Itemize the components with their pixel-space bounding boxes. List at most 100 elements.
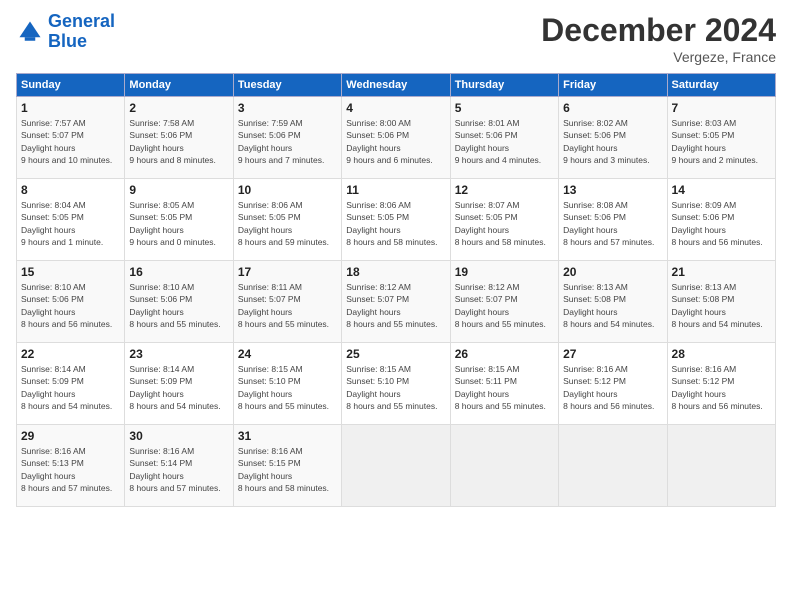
location-subtitle: Vergeze, France — [541, 49, 776, 65]
table-row: 26 Sunrise: 8:15 AM Sunset: 5:11 PM Dayl… — [450, 343, 558, 425]
day-info: Sunrise: 8:16 AM Sunset: 5:14 PM Dayligh… — [129, 445, 228, 494]
day-number: 19 — [455, 265, 554, 279]
table-row: 7 Sunrise: 8:03 AM Sunset: 5:05 PM Dayli… — [667, 97, 775, 179]
table-row: 6 Sunrise: 8:02 AM Sunset: 5:06 PM Dayli… — [559, 97, 667, 179]
col-sunday: Sunday — [17, 74, 125, 97]
day-number: 22 — [21, 347, 120, 361]
day-info: Sunrise: 8:06 AM Sunset: 5:05 PM Dayligh… — [238, 199, 337, 248]
col-wednesday: Wednesday — [342, 74, 450, 97]
day-number: 17 — [238, 265, 337, 279]
day-info: Sunrise: 8:14 AM Sunset: 5:09 PM Dayligh… — [129, 363, 228, 412]
table-row: 31 Sunrise: 8:16 AM Sunset: 5:15 PM Dayl… — [233, 425, 341, 507]
calendar-week-3: 15 Sunrise: 8:10 AM Sunset: 5:06 PM Dayl… — [17, 261, 776, 343]
day-number: 1 — [21, 101, 120, 115]
day-info: Sunrise: 8:01 AM Sunset: 5:06 PM Dayligh… — [455, 117, 554, 166]
day-number: 13 — [563, 183, 662, 197]
table-row: 11 Sunrise: 8:06 AM Sunset: 5:05 PM Dayl… — [342, 179, 450, 261]
title-block: December 2024 Vergeze, France — [541, 12, 776, 65]
table-row: 9 Sunrise: 8:05 AM Sunset: 5:05 PM Dayli… — [125, 179, 233, 261]
day-info: Sunrise: 8:03 AM Sunset: 5:05 PM Dayligh… — [672, 117, 771, 166]
day-number: 18 — [346, 265, 445, 279]
day-info: Sunrise: 8:16 AM Sunset: 5:15 PM Dayligh… — [238, 445, 337, 494]
table-row: 27 Sunrise: 8:16 AM Sunset: 5:12 PM Dayl… — [559, 343, 667, 425]
day-info: Sunrise: 8:15 AM Sunset: 5:10 PM Dayligh… — [346, 363, 445, 412]
table-row: 24 Sunrise: 8:15 AM Sunset: 5:10 PM Dayl… — [233, 343, 341, 425]
day-number: 3 — [238, 101, 337, 115]
day-number: 23 — [129, 347, 228, 361]
day-info: Sunrise: 8:00 AM Sunset: 5:06 PM Dayligh… — [346, 117, 445, 166]
table-row: 28 Sunrise: 8:16 AM Sunset: 5:12 PM Dayl… — [667, 343, 775, 425]
day-info: Sunrise: 8:06 AM Sunset: 5:05 PM Dayligh… — [346, 199, 445, 248]
table-row: 13 Sunrise: 8:08 AM Sunset: 5:06 PM Dayl… — [559, 179, 667, 261]
logo-text: General Blue — [48, 12, 115, 52]
calendar-week-1: 1 Sunrise: 7:57 AM Sunset: 5:07 PM Dayli… — [17, 97, 776, 179]
table-row: 18 Sunrise: 8:12 AM Sunset: 5:07 PM Dayl… — [342, 261, 450, 343]
table-row — [342, 425, 450, 507]
calendar-week-4: 22 Sunrise: 8:14 AM Sunset: 5:09 PM Dayl… — [17, 343, 776, 425]
col-monday: Monday — [125, 74, 233, 97]
table-row — [667, 425, 775, 507]
day-number: 21 — [672, 265, 771, 279]
table-row: 15 Sunrise: 8:10 AM Sunset: 5:06 PM Dayl… — [17, 261, 125, 343]
day-number: 7 — [672, 101, 771, 115]
day-info: Sunrise: 8:02 AM Sunset: 5:06 PM Dayligh… — [563, 117, 662, 166]
month-title: December 2024 — [541, 12, 776, 49]
day-info: Sunrise: 8:12 AM Sunset: 5:07 PM Dayligh… — [455, 281, 554, 330]
table-row: 25 Sunrise: 8:15 AM Sunset: 5:10 PM Dayl… — [342, 343, 450, 425]
table-row: 17 Sunrise: 8:11 AM Sunset: 5:07 PM Dayl… — [233, 261, 341, 343]
table-row: 14 Sunrise: 8:09 AM Sunset: 5:06 PM Dayl… — [667, 179, 775, 261]
day-number: 27 — [563, 347, 662, 361]
day-info: Sunrise: 8:16 AM Sunset: 5:13 PM Dayligh… — [21, 445, 120, 494]
table-row: 23 Sunrise: 8:14 AM Sunset: 5:09 PM Dayl… — [125, 343, 233, 425]
day-number: 16 — [129, 265, 228, 279]
table-row: 29 Sunrise: 8:16 AM Sunset: 5:13 PM Dayl… — [17, 425, 125, 507]
calendar-container: General Blue December 2024 Vergeze, Fran… — [0, 0, 792, 515]
day-number: 30 — [129, 429, 228, 443]
day-info: Sunrise: 8:16 AM Sunset: 5:12 PM Dayligh… — [672, 363, 771, 412]
logo-icon — [16, 18, 44, 46]
col-saturday: Saturday — [667, 74, 775, 97]
day-info: Sunrise: 8:05 AM Sunset: 5:05 PM Dayligh… — [129, 199, 228, 248]
day-number: 31 — [238, 429, 337, 443]
table-row — [559, 425, 667, 507]
table-row: 8 Sunrise: 8:04 AM Sunset: 5:05 PM Dayli… — [17, 179, 125, 261]
day-number: 12 — [455, 183, 554, 197]
table-row: 22 Sunrise: 8:14 AM Sunset: 5:09 PM Dayl… — [17, 343, 125, 425]
col-tuesday: Tuesday — [233, 74, 341, 97]
day-info: Sunrise: 8:04 AM Sunset: 5:05 PM Dayligh… — [21, 199, 120, 248]
logo: General Blue — [16, 12, 115, 52]
day-info: Sunrise: 8:16 AM Sunset: 5:12 PM Dayligh… — [563, 363, 662, 412]
day-info: Sunrise: 8:14 AM Sunset: 5:09 PM Dayligh… — [21, 363, 120, 412]
table-row: 4 Sunrise: 8:00 AM Sunset: 5:06 PM Dayli… — [342, 97, 450, 179]
table-row: 30 Sunrise: 8:16 AM Sunset: 5:14 PM Dayl… — [125, 425, 233, 507]
table-row: 1 Sunrise: 7:57 AM Sunset: 5:07 PM Dayli… — [17, 97, 125, 179]
day-info: Sunrise: 8:08 AM Sunset: 5:06 PM Dayligh… — [563, 199, 662, 248]
col-thursday: Thursday — [450, 74, 558, 97]
table-row: 5 Sunrise: 8:01 AM Sunset: 5:06 PM Dayli… — [450, 97, 558, 179]
calendar-table: Sunday Monday Tuesday Wednesday Thursday… — [16, 73, 776, 507]
day-info: Sunrise: 7:59 AM Sunset: 5:06 PM Dayligh… — [238, 117, 337, 166]
table-row: 2 Sunrise: 7:58 AM Sunset: 5:06 PM Dayli… — [125, 97, 233, 179]
day-number: 26 — [455, 347, 554, 361]
day-info: Sunrise: 8:13 AM Sunset: 5:08 PM Dayligh… — [563, 281, 662, 330]
table-row: 20 Sunrise: 8:13 AM Sunset: 5:08 PM Dayl… — [559, 261, 667, 343]
day-number: 4 — [346, 101, 445, 115]
day-info: Sunrise: 8:12 AM Sunset: 5:07 PM Dayligh… — [346, 281, 445, 330]
day-number: 14 — [672, 183, 771, 197]
day-number: 28 — [672, 347, 771, 361]
day-info: Sunrise: 8:13 AM Sunset: 5:08 PM Dayligh… — [672, 281, 771, 330]
day-number: 29 — [21, 429, 120, 443]
day-number: 2 — [129, 101, 228, 115]
table-row: 12 Sunrise: 8:07 AM Sunset: 5:05 PM Dayl… — [450, 179, 558, 261]
calendar-week-5: 29 Sunrise: 8:16 AM Sunset: 5:13 PM Dayl… — [17, 425, 776, 507]
header-row-days: Sunday Monday Tuesday Wednesday Thursday… — [17, 74, 776, 97]
day-info: Sunrise: 7:57 AM Sunset: 5:07 PM Dayligh… — [21, 117, 120, 166]
table-row: 19 Sunrise: 8:12 AM Sunset: 5:07 PM Dayl… — [450, 261, 558, 343]
table-row: 16 Sunrise: 8:10 AM Sunset: 5:06 PM Dayl… — [125, 261, 233, 343]
calendar-week-2: 8 Sunrise: 8:04 AM Sunset: 5:05 PM Dayli… — [17, 179, 776, 261]
day-number: 25 — [346, 347, 445, 361]
day-info: Sunrise: 8:10 AM Sunset: 5:06 PM Dayligh… — [21, 281, 120, 330]
table-row: 21 Sunrise: 8:13 AM Sunset: 5:08 PM Dayl… — [667, 261, 775, 343]
day-info: Sunrise: 8:15 AM Sunset: 5:11 PM Dayligh… — [455, 363, 554, 412]
col-friday: Friday — [559, 74, 667, 97]
